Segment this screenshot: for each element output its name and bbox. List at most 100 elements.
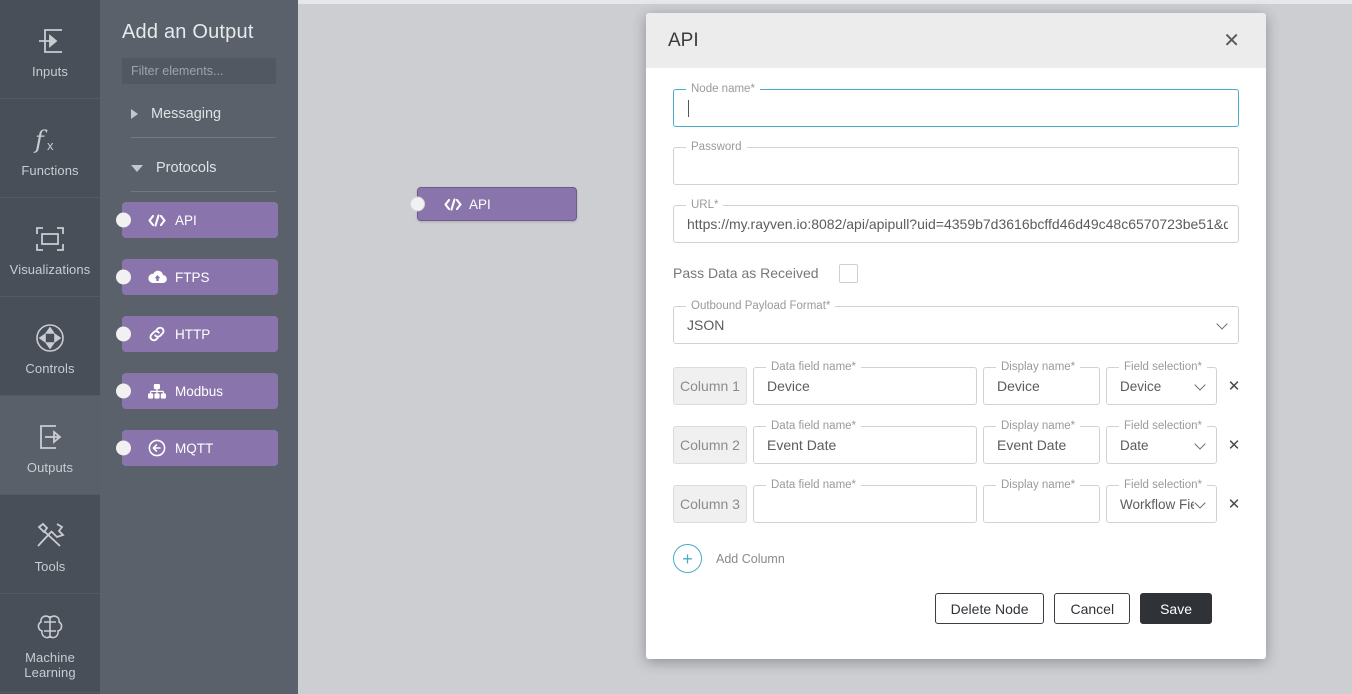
cancel-button[interactable]: Cancel: [1054, 593, 1131, 624]
canvas-node-api[interactable]: API: [410, 187, 577, 221]
field-selection-select[interactable]: Field selection* Device: [1106, 360, 1217, 405]
code-brackets-icon: [444, 197, 462, 211]
group-protocols: Protocols: [122, 157, 276, 192]
url-field[interactable]: URL* https://my.rayven.io:8082/api/apipu…: [673, 198, 1239, 243]
group-label: Protocols: [156, 160, 217, 176]
data-field-name-input[interactable]: Data field name* Device: [753, 360, 977, 405]
sidebar-item-controls[interactable]: Controls: [0, 297, 100, 396]
save-button[interactable]: Save: [1140, 593, 1212, 624]
divider: [131, 137, 276, 138]
display-name-value: Event Date: [997, 437, 1067, 453]
display-name-value: Device: [997, 378, 1040, 394]
remove-column-icon[interactable]: ✕: [1225, 436, 1243, 454]
remove-column-icon[interactable]: ✕: [1225, 377, 1243, 395]
node-name-field[interactable]: Node name*: [673, 82, 1239, 127]
list-item-label: API: [175, 212, 197, 228]
list-item-http[interactable]: HTTP: [116, 316, 278, 352]
field-selection-select[interactable]: Field selection* Workflow Fiel: [1106, 478, 1217, 523]
pass-data-checkbox[interactable]: [839, 263, 858, 283]
delete-node-button[interactable]: Delete Node: [934, 593, 1045, 624]
display-name-input[interactable]: Display name*: [983, 478, 1100, 523]
display-name-value: [997, 486, 1089, 522]
chevron-down-icon: [1195, 440, 1205, 450]
divider: [131, 191, 276, 192]
payload-format-select[interactable]: Outbound Payload Format* JSON: [673, 299, 1239, 344]
list-item-mqtt[interactable]: MQTT: [116, 430, 278, 466]
column-tag: Column 2: [673, 426, 747, 464]
sidebar-item-label: Tools: [34, 558, 66, 574]
filter-elements-input[interactable]: [122, 58, 276, 84]
link-chain-icon: [146, 326, 168, 342]
sidebar-item-label: Controls: [25, 360, 75, 376]
display-name-input[interactable]: Display name* Device: [983, 360, 1100, 405]
data-field-name-input[interactable]: Data field name* Event Date: [753, 419, 977, 464]
group-label: Messaging: [151, 106, 222, 122]
remove-column-icon[interactable]: ✕: [1225, 495, 1243, 513]
sidebar-item-inputs[interactable]: Inputs: [0, 0, 100, 99]
brain-icon: [35, 606, 65, 648]
dialog-title: API: [668, 29, 699, 51]
list-item-label: HTTP: [175, 326, 211, 342]
password-value: [687, 148, 1228, 184]
group-header-protocols[interactable]: Protocols: [122, 157, 276, 179]
chevron-down-icon: [1195, 381, 1205, 391]
node-name-value: [687, 90, 1228, 126]
dialog-header: API ✕: [646, 13, 1266, 68]
dialog-footer: Delete Node Cancel Save: [673, 593, 1239, 624]
column-tag: Column 1: [673, 367, 747, 405]
output-arrow-icon: [35, 416, 65, 458]
sidebar-item-machine-learning[interactable]: Machine Learning: [0, 594, 100, 693]
plus-icon[interactable]: +: [673, 544, 702, 573]
pass-data-label: Pass Data as Received: [673, 265, 819, 281]
controls-dpad-icon: [35, 317, 65, 359]
connector-dot: [116, 383, 131, 399]
connector-dot: [116, 326, 131, 342]
data-field-name-input[interactable]: Data field name*: [753, 478, 977, 523]
field-selection-value: Device: [1120, 378, 1162, 394]
tools-wrench-icon: [33, 515, 67, 557]
page-title: Add an Output: [122, 21, 254, 43]
data-field-name-value: Device: [767, 378, 810, 394]
group-messaging: Messaging: [122, 103, 276, 138]
list-item-ftps[interactable]: FTPS: [116, 259, 278, 295]
sidebar-item-functions[interactable]: f x Functions: [0, 99, 100, 198]
chevron-down-icon: [131, 164, 143, 172]
sidebar-item-outputs[interactable]: Outputs: [0, 396, 100, 495]
column-row: Column 1 Data field name* Device Display…: [673, 360, 1240, 405]
display-name-input[interactable]: Display name* Event Date: [983, 419, 1100, 464]
sitemap-icon: [146, 383, 168, 399]
sidebar-item-label: Machine Learning: [24, 650, 76, 680]
list-item-api[interactable]: API: [116, 202, 278, 238]
canvas-node-label: API: [469, 196, 491, 212]
connector-dot: [116, 440, 131, 456]
pass-data-row: Pass Data as Received: [673, 260, 1239, 286]
sidebar-item-tools[interactable]: Tools: [0, 495, 100, 594]
password-field[interactable]: Password: [673, 140, 1239, 185]
data-field-name-value: [767, 486, 966, 522]
sidebar-item-visualizations[interactable]: Visualizations: [0, 198, 100, 297]
list-item-label: FTPS: [175, 269, 210, 285]
sidebar-item-label: Inputs: [31, 63, 68, 79]
field-selection-select[interactable]: Field selection* Date: [1106, 419, 1217, 464]
group-header-messaging[interactable]: Messaging: [122, 103, 276, 125]
app-root: Inputs f x Functions Visualizations Cont…: [0, 0, 1352, 694]
node-input-connector[interactable]: [410, 196, 425, 212]
connector-dot: [116, 212, 131, 228]
left-nav-rail: Inputs f x Functions Visualizations Cont…: [0, 0, 100, 694]
field-selection-value: Date: [1120, 437, 1149, 453]
code-brackets-icon: [146, 213, 168, 227]
dialog-body: Node name* Password URL* https://my.rayv…: [646, 68, 1266, 659]
list-item-label: Modbus: [175, 383, 224, 399]
url-value: https://my.rayven.io:8082/api/apipull?ui…: [687, 216, 1228, 232]
chevron-right-icon: [131, 109, 138, 119]
connector-dot: [116, 269, 131, 285]
add-column-row[interactable]: + Add Column: [673, 544, 1239, 573]
column-row: Column 3 Data field name* Display name* …: [673, 478, 1240, 523]
close-icon[interactable]: ✕: [1219, 29, 1244, 53]
data-field-name-value: Event Date: [767, 437, 837, 453]
visualization-icon: [34, 218, 66, 260]
arrow-left-circle-icon: [146, 439, 168, 457]
list-item-modbus[interactable]: Modbus: [116, 373, 278, 409]
sidebar-item-label: Functions: [21, 162, 79, 178]
column-row: Column 2 Data field name* Event Date Dis…: [673, 419, 1240, 464]
